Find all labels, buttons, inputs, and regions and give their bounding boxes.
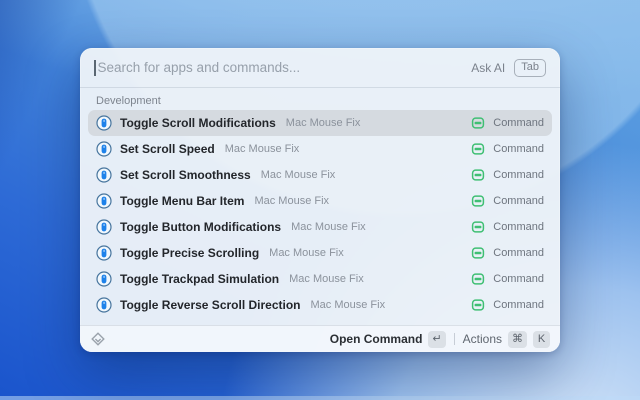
item-type: Command: [493, 273, 544, 285]
actions-label: Actions: [463, 332, 502, 346]
item-subtitle: Mac Mouse Fix: [289, 273, 364, 285]
item-type: Command: [493, 117, 544, 129]
item-type: Command: [493, 143, 544, 155]
results-list: Development Toggle Scroll Modifications Ma…: [80, 88, 560, 325]
item-title: Toggle Scroll Modifications: [120, 116, 276, 130]
mac-mouse-fix-icon: [96, 193, 112, 209]
command-key-hint: ⌘: [508, 331, 527, 348]
item-title: Toggle Precise Scrolling: [120, 246, 259, 260]
item-subtitle: Mac Mouse Fix: [286, 117, 361, 129]
item-subtitle: Mac Mouse Fix: [311, 299, 386, 311]
command-icon: [471, 142, 485, 156]
command-icon: [471, 194, 485, 208]
open-command-label: Open Command: [330, 332, 423, 346]
command-icon: [471, 246, 485, 260]
open-command-button[interactable]: Open Command ↵: [330, 331, 446, 348]
item-subtitle: Mac Mouse Fix: [269, 247, 344, 259]
search-input[interactable]: [98, 60, 472, 75]
item-type: Command: [493, 169, 544, 181]
tab-key-hint: Tab: [514, 59, 546, 77]
list-item[interactable]: Toggle Button Modifications Mac Mouse Fix…: [88, 214, 552, 240]
search-bar: Ask AI Tab: [80, 48, 560, 88]
text-caret: [94, 60, 96, 76]
item-subtitle: Mac Mouse Fix: [225, 143, 300, 155]
command-icon: [471, 298, 485, 312]
list-item[interactable]: Toggle Menu Bar Item Mac Mouse Fix Command: [88, 188, 552, 214]
item-subtitle: Mac Mouse Fix: [254, 195, 329, 207]
mac-mouse-fix-icon: [96, 167, 112, 183]
list-item[interactable]: Set Scroll Speed Mac Mouse Fix Command: [88, 136, 552, 162]
list-item[interactable]: Toggle Reverse Scroll Direction Mac Mouse…: [88, 292, 552, 318]
footer-divider: [454, 333, 455, 345]
mac-mouse-fix-icon: [96, 245, 112, 261]
item-title: Toggle Trackpad Simulation: [120, 272, 279, 286]
mac-mouse-fix-icon: [96, 115, 112, 131]
ask-ai-button[interactable]: Ask AI: [471, 61, 505, 75]
list-item[interactable]: Set Scroll Smoothness Mac Mouse Fix Comman…: [88, 162, 552, 188]
item-subtitle: Mac Mouse Fix: [291, 221, 366, 233]
mac-mouse-fix-icon: [96, 141, 112, 157]
item-type: Command: [493, 247, 544, 259]
item-title: Toggle Menu Bar Item: [120, 194, 244, 208]
item-title: Toggle Reverse Scroll Direction: [120, 298, 301, 312]
mac-mouse-fix-icon: [96, 219, 112, 235]
section-label-development: Development: [96, 95, 544, 107]
mac-mouse-fix-icon: [96, 297, 112, 313]
item-type: Command: [493, 221, 544, 233]
launcher-window: Ask AI Tab Development Toggle Scroll Modi…: [80, 48, 560, 352]
command-icon: [471, 168, 485, 182]
command-icon: [471, 220, 485, 234]
item-type: Command: [493, 195, 544, 207]
footer-actions: Open Command ↵ Actions ⌘ K: [330, 331, 550, 348]
item-title: Toggle Button Modifications: [120, 220, 281, 234]
command-icon: [471, 116, 485, 130]
list-item[interactable]: Toggle Trackpad Simulation Mac Mouse Fix C…: [88, 266, 552, 292]
actions-button[interactable]: Actions ⌘ K: [463, 331, 550, 348]
footer-bar: Open Command ↵ Actions ⌘ K: [80, 325, 560, 352]
return-key-hint: ↵: [428, 331, 445, 348]
raycast-logo-icon: [90, 331, 106, 347]
item-subtitle: Mac Mouse Fix: [261, 169, 336, 181]
item-title: Set Scroll Smoothness: [120, 168, 251, 182]
command-icon: [471, 272, 485, 286]
list-item[interactable]: Toggle Scroll Modifications Mac Mouse Fix…: [88, 110, 552, 136]
item-type: Command: [493, 299, 544, 311]
k-key-hint: K: [533, 331, 550, 348]
list-item[interactable]: Toggle Precise Scrolling Mac Mouse Fix Com…: [88, 240, 552, 266]
item-title: Set Scroll Speed: [120, 142, 215, 156]
mac-mouse-fix-icon: [96, 271, 112, 287]
